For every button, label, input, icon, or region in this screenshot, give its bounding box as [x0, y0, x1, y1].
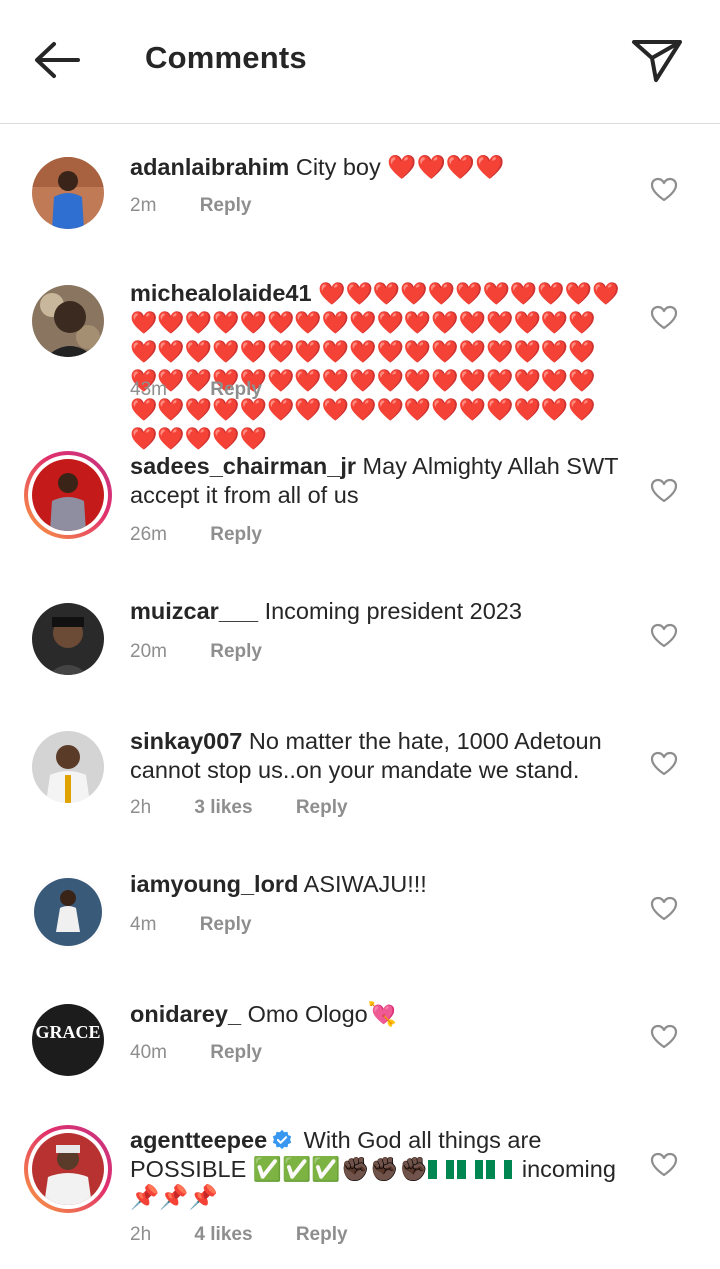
profile-photo [32, 459, 104, 531]
share-button[interactable] [628, 34, 686, 86]
like-button[interactable] [650, 304, 678, 332]
comment-meta: 26m Reply [130, 524, 300, 546]
avatar[interactable]: GRACE [32, 1004, 104, 1076]
comment-text-2: incoming [521, 1155, 616, 1182]
avatar-story-ring[interactable] [24, 451, 112, 539]
reply-button[interactable]: Reply [210, 1042, 262, 1063]
comment-text: ASIWAJU!!! [303, 871, 427, 897]
comment-emoji: ❤️❤️❤️❤️ [387, 154, 505, 180]
heart-outline-icon [650, 1152, 678, 1177]
avatar[interactable] [32, 876, 104, 948]
comment-text: Omo Ologo [247, 1001, 368, 1027]
comment-meta: 40m Reply [130, 1042, 300, 1064]
comment-time: 40m [130, 1042, 167, 1063]
like-button[interactable] [650, 176, 678, 204]
comment-body: iamyoung_lord ASIWAJU!!! [130, 870, 630, 899]
comment-time: 20m [130, 641, 167, 662]
reply-button[interactable]: Reply [296, 1224, 348, 1245]
profile-photo [32, 285, 104, 357]
nigeria-flag-icon [428, 1156, 515, 1182]
comment-time: 2h [130, 1224, 152, 1245]
comment-meta: 2h 3 likes Reply [130, 797, 386, 819]
like-button[interactable] [650, 622, 678, 650]
like-button[interactable] [650, 750, 678, 778]
heart-outline-icon [650, 177, 678, 202]
profile-photo [32, 157, 104, 229]
comment-body: agentteepee With God all things are POSS… [130, 1126, 625, 1212]
heart-outline-icon [650, 1024, 678, 1049]
comment-body: muizcar___ Incoming president 2023 [130, 597, 630, 626]
fist-emoji: ✊🏿✊🏿✊🏿 [340, 1155, 429, 1182]
comment-time: 4m [130, 914, 157, 935]
comment-username[interactable]: sadees_chairman_jr [130, 453, 356, 479]
back-button[interactable] [28, 36, 84, 84]
comment-body: sadees_chairman_jr May Almighty Allah SW… [130, 452, 630, 509]
heart-outline-icon [650, 751, 678, 776]
reply-button[interactable]: Reply [210, 379, 262, 400]
comment-time: 2h [130, 797, 152, 818]
heart-outline-icon [650, 305, 678, 330]
avatar[interactable] [32, 731, 104, 803]
comment-time: 2m [130, 195, 157, 216]
pin-emoji: 📌📌📌 [130, 1184, 218, 1210]
avatar-story-ring[interactable] [24, 1125, 112, 1213]
reply-button[interactable]: Reply [210, 524, 262, 545]
reply-button[interactable]: Reply [200, 195, 252, 216]
avatar[interactable] [32, 603, 104, 675]
top-bar: Comments [0, 0, 720, 124]
likes-count[interactable]: 3 likes [194, 797, 252, 818]
heart-outline-icon [650, 478, 678, 503]
comment-time: 43m [130, 379, 167, 400]
comment-emoji: 💘 [367, 1001, 397, 1027]
comment-meta: 2h 4 likes Reply [130, 1224, 386, 1246]
comment-username[interactable]: sinkay007 [130, 728, 242, 754]
page-title: Comments [145, 40, 307, 75]
likes-count[interactable]: 4 likes [194, 1224, 252, 1245]
arrow-left-icon [35, 42, 80, 78]
profile-photo [32, 731, 104, 803]
comment-body: onidarey_ Omo Ologo💘 [130, 1000, 630, 1029]
comment-meta: 4m Reply [130, 914, 289, 936]
comment-username[interactable]: onidarey_ [130, 1001, 241, 1027]
comment-meta: 43m Reply [130, 379, 300, 401]
comment-username[interactable]: agentteepee [130, 1127, 267, 1153]
comment-username[interactable]: muizcar___ [130, 598, 258, 624]
profile-photo [32, 603, 104, 675]
like-button[interactable] [650, 895, 678, 923]
comment-username[interactable]: iamyoung_lord [130, 871, 298, 897]
reply-button[interactable]: Reply [210, 641, 262, 662]
check-emoji: ✅✅✅ [252, 1155, 341, 1182]
avatar-logo-text: GRACE [35, 1022, 101, 1042]
heart-outline-icon [650, 623, 678, 648]
profile-photo [32, 876, 104, 948]
avatar[interactable] [32, 285, 104, 357]
comment-meta: 2m Reply [130, 195, 289, 217]
comment-time: 26m [130, 524, 167, 545]
reply-button[interactable]: Reply [296, 797, 348, 818]
profile-photo [32, 1133, 104, 1205]
comment-meta: 20m Reply [130, 641, 300, 663]
comment-username[interactable]: adanlaibrahim [130, 154, 289, 180]
heart-outline-icon [650, 896, 678, 921]
comment-text: City boy [295, 154, 381, 180]
comment-body: sinkay007 No matter the hate, 1000 Adeto… [130, 727, 630, 784]
comment-emoji: ❤️❤️❤️❤️❤️❤️❤️❤️❤️❤️❤️❤️❤️❤️❤️❤️❤️❤️❤️❤️… [130, 281, 620, 451]
reply-button[interactable]: Reply [200, 914, 252, 935]
like-button[interactable] [650, 477, 678, 505]
verified-badge-icon [272, 1129, 292, 1150]
avatar[interactable] [32, 157, 104, 229]
comment-text: Incoming president 2023 [264, 598, 522, 624]
comment-body: michealolaide41 ❤️❤️❤️❤️❤️❤️❤️❤️❤️❤️❤️❤️… [130, 279, 620, 453]
like-button[interactable] [650, 1151, 678, 1179]
comment-body: adanlaibrahim City boy ❤️❤️❤️❤️ [130, 153, 630, 182]
paper-plane-icon [632, 40, 682, 82]
comment-username[interactable]: michealolaide41 [130, 280, 312, 306]
like-button[interactable] [650, 1023, 678, 1051]
